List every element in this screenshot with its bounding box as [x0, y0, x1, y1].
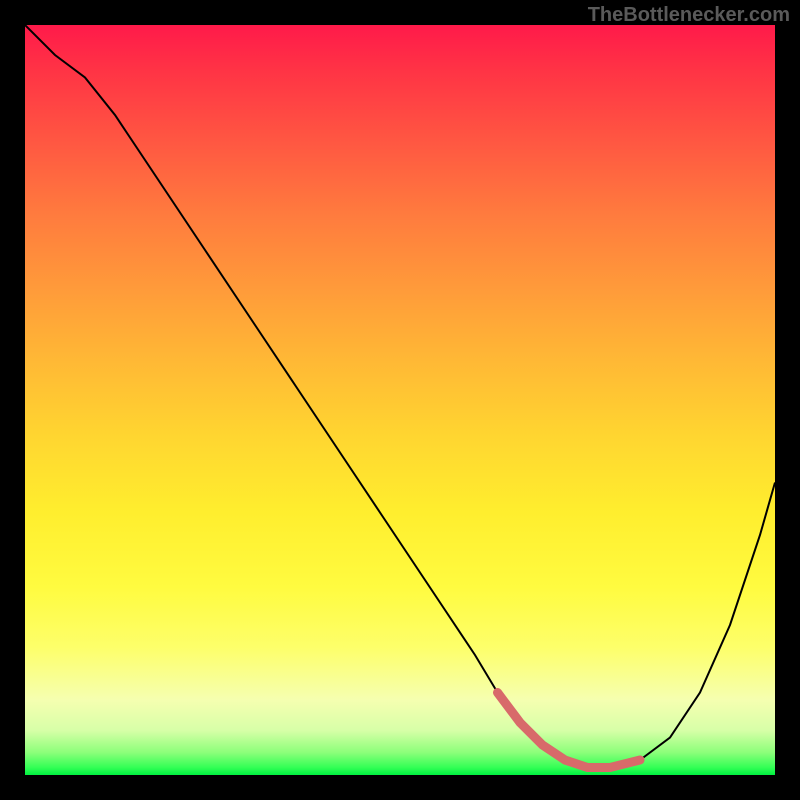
- chart-container: [25, 25, 775, 775]
- bottleneck-curve: [25, 25, 775, 768]
- chart-svg: [25, 25, 775, 775]
- optimal-zone-marker: [498, 693, 641, 768]
- watermark-text: TheBottlenecker.com: [588, 4, 790, 27]
